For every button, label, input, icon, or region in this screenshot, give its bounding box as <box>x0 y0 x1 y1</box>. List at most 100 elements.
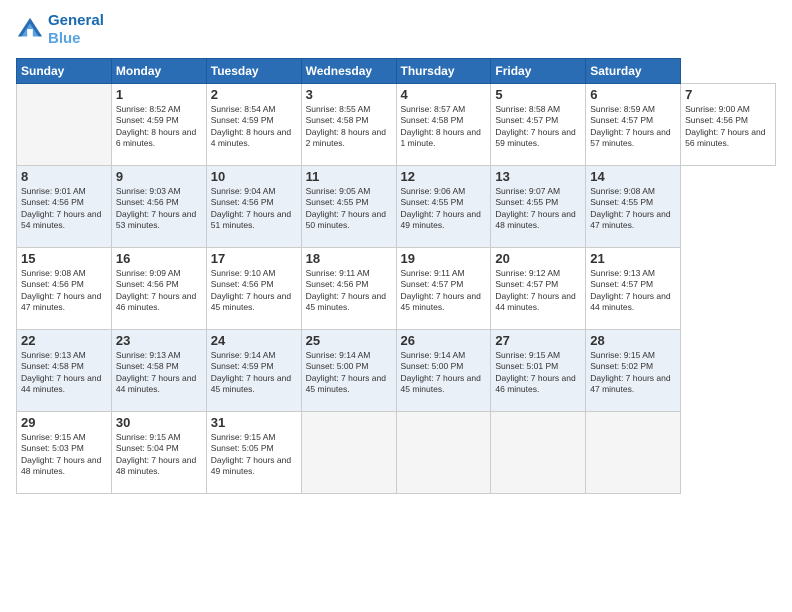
calendar-cell <box>396 412 491 494</box>
day-info: Sunrise: 9:14 AMSunset: 5:00 PMDaylight:… <box>306 350 392 396</box>
day-number: 21 <box>590 251 676 266</box>
day-info: Sunrise: 9:07 AMSunset: 4:55 PMDaylight:… <box>495 186 581 232</box>
calendar-cell: 21 Sunrise: 9:13 AMSunset: 4:57 PMDayligh… <box>586 248 681 330</box>
header-row: SundayMondayTuesdayWednesdayThursdayFrid… <box>17 59 776 84</box>
calendar-cell: 23 Sunrise: 9:13 AMSunset: 4:58 PMDayligh… <box>111 330 206 412</box>
day-number: 9 <box>116 169 202 184</box>
calendar-cell: 29 Sunrise: 9:15 AMSunset: 5:03 PMDayligh… <box>17 412 112 494</box>
day-info: Sunrise: 9:15 AMSunset: 5:04 PMDaylight:… <box>116 432 202 478</box>
col-header-sunday: Sunday <box>17 59 112 84</box>
calendar-week-4: 22 Sunrise: 9:13 AMSunset: 4:58 PMDayligh… <box>17 330 776 412</box>
calendar-cell: 13 Sunrise: 9:07 AMSunset: 4:55 PMDayligh… <box>491 166 586 248</box>
day-number: 16 <box>116 251 202 266</box>
calendar-cell <box>586 412 681 494</box>
day-info: Sunrise: 9:15 AMSunset: 5:05 PMDaylight:… <box>211 432 297 478</box>
day-info: Sunrise: 9:11 AMSunset: 4:57 PMDaylight:… <box>401 268 487 314</box>
calendar-cell: 14Sunrise: 9:08 AMSunset: 4:55 PMDayligh… <box>586 166 681 248</box>
day-info: Sunrise: 9:14 AMSunset: 5:00 PMDaylight:… <box>401 350 487 396</box>
calendar-cell: 9 Sunrise: 9:03 AMSunset: 4:56 PMDaylight… <box>111 166 206 248</box>
day-number: 18 <box>306 251 392 266</box>
calendar-cell: 30 Sunrise: 9:15 AMSunset: 5:04 PMDayligh… <box>111 412 206 494</box>
day-info: Sunrise: 9:09 AMSunset: 4:56 PMDaylight:… <box>116 268 202 314</box>
day-number: 3 <box>306 87 392 102</box>
day-info: Sunrise: 8:57 AMSunset: 4:58 PMDaylight:… <box>401 104 487 150</box>
day-number: 25 <box>306 333 392 348</box>
calendar-cell: 11Sunrise: 9:05 AMSunset: 4:55 PMDayligh… <box>301 166 396 248</box>
day-number: 7 <box>685 87 771 102</box>
logo: General Blue <box>16 12 104 48</box>
calendar-cell: 16 Sunrise: 9:09 AMSunset: 4:56 PMDayligh… <box>111 248 206 330</box>
day-info: Sunrise: 9:10 AMSunset: 4:56 PMDaylight:… <box>211 268 297 314</box>
day-info: Sunrise: 8:58 AMSunset: 4:57 PMDaylight:… <box>495 104 581 150</box>
day-info: Sunrise: 9:03 AMSunset: 4:56 PMDaylight:… <box>116 186 202 232</box>
calendar-cell: 19 Sunrise: 9:11 AMSunset: 4:57 PMDayligh… <box>396 248 491 330</box>
day-info: Sunrise: 8:54 AMSunset: 4:59 PMDaylight:… <box>211 104 297 150</box>
calendar-cell: 10 Sunrise: 9:04 AMSunset: 4:56 PMDayligh… <box>206 166 301 248</box>
day-info: Sunrise: 9:15 AMSunset: 5:03 PMDaylight:… <box>21 432 107 478</box>
logo-icon <box>16 16 44 44</box>
calendar-cell: 27 Sunrise: 9:15 AMSunset: 5:01 PMDayligh… <box>491 330 586 412</box>
calendar-table: SundayMondayTuesdayWednesdayThursdayFrid… <box>16 58 776 494</box>
calendar-cell <box>491 412 586 494</box>
calendar-cell: 22 Sunrise: 9:13 AMSunset: 4:58 PMDayligh… <box>17 330 112 412</box>
col-header-saturday: Saturday <box>586 59 681 84</box>
col-header-thursday: Thursday <box>396 59 491 84</box>
day-info: Sunrise: 8:55 AMSunset: 4:58 PMDaylight:… <box>306 104 392 150</box>
calendar-cell: 3 Sunrise: 8:55 AMSunset: 4:58 PMDaylight… <box>301 84 396 166</box>
day-number: 26 <box>401 333 487 348</box>
col-header-tuesday: Tuesday <box>206 59 301 84</box>
calendar-cell: 12 Sunrise: 9:06 AMSunset: 4:55 PMDayligh… <box>396 166 491 248</box>
day-number: 12 <box>401 169 487 184</box>
day-info: Sunrise: 9:08 AMSunset: 4:55 PMDaylight:… <box>590 186 676 232</box>
col-header-wednesday: Wednesday <box>301 59 396 84</box>
day-number: 10 <box>211 169 297 184</box>
calendar-cell: 4 Sunrise: 8:57 AMSunset: 4:58 PMDaylight… <box>396 84 491 166</box>
page-container: General Blue SundayMondayTuesdayWednesda… <box>0 0 792 502</box>
day-info: Sunrise: 9:04 AMSunset: 4:56 PMDaylight:… <box>211 186 297 232</box>
day-number: 13 <box>495 169 581 184</box>
calendar-week-3: 15Sunrise: 9:08 AMSunset: 4:56 PMDayligh… <box>17 248 776 330</box>
day-number: 5 <box>495 87 581 102</box>
day-number: 8 <box>21 169 107 184</box>
day-number: 27 <box>495 333 581 348</box>
calendar-cell: 31 Sunrise: 9:15 AMSunset: 5:05 PMDayligh… <box>206 412 301 494</box>
calendar-cell: 26 Sunrise: 9:14 AMSunset: 5:00 PMDayligh… <box>396 330 491 412</box>
calendar-week-2: 8 Sunrise: 9:01 AMSunset: 4:56 PMDaylight… <box>17 166 776 248</box>
day-number: 29 <box>21 415 107 430</box>
day-info: Sunrise: 8:52 AMSunset: 4:59 PMDaylight:… <box>116 104 202 150</box>
day-number: 31 <box>211 415 297 430</box>
day-number: 6 <box>590 87 676 102</box>
day-info: Sunrise: 9:06 AMSunset: 4:55 PMDaylight:… <box>401 186 487 232</box>
calendar-cell: 28Sunrise: 9:15 AMSunset: 5:02 PMDayligh… <box>586 330 681 412</box>
day-info: Sunrise: 9:01 AMSunset: 4:56 PMDaylight:… <box>21 186 107 232</box>
day-info: Sunrise: 9:15 AMSunset: 5:02 PMDaylight:… <box>590 350 676 396</box>
day-number: 4 <box>401 87 487 102</box>
calendar-cell: 20Sunrise: 9:12 AMSunset: 4:57 PMDayligh… <box>491 248 586 330</box>
calendar-cell: 25 Sunrise: 9:14 AMSunset: 5:00 PMDayligh… <box>301 330 396 412</box>
day-number: 30 <box>116 415 202 430</box>
day-info: Sunrise: 8:59 AMSunset: 4:57 PMDaylight:… <box>590 104 676 150</box>
calendar-cell: 18Sunrise: 9:11 AMSunset: 4:56 PMDayligh… <box>301 248 396 330</box>
calendar-cell: 15Sunrise: 9:08 AMSunset: 4:56 PMDayligh… <box>17 248 112 330</box>
calendar-cell: 24Sunrise: 9:14 AMSunset: 4:59 PMDayligh… <box>206 330 301 412</box>
page-header: General Blue <box>16 12 776 48</box>
day-number: 23 <box>116 333 202 348</box>
day-number: 17 <box>211 251 297 266</box>
day-info: Sunrise: 9:15 AMSunset: 5:01 PMDaylight:… <box>495 350 581 396</box>
day-info: Sunrise: 9:08 AMSunset: 4:56 PMDaylight:… <box>21 268 107 314</box>
day-info: Sunrise: 9:13 AMSunset: 4:57 PMDaylight:… <box>590 268 676 314</box>
day-info: Sunrise: 9:13 AMSunset: 4:58 PMDaylight:… <box>116 350 202 396</box>
col-header-monday: Monday <box>111 59 206 84</box>
calendar-cell: 17 Sunrise: 9:10 AMSunset: 4:56 PMDayligh… <box>206 248 301 330</box>
day-info: Sunrise: 9:13 AMSunset: 4:58 PMDaylight:… <box>21 350 107 396</box>
calendar-cell: 1Sunrise: 8:52 AMSunset: 4:59 PMDaylight… <box>111 84 206 166</box>
day-number: 22 <box>21 333 107 348</box>
logo-text: General Blue <box>48 12 104 48</box>
calendar-cell: 7 Sunrise: 9:00 AMSunset: 4:56 PMDaylight… <box>681 84 776 166</box>
day-number: 20 <box>495 251 581 266</box>
day-number: 19 <box>401 251 487 266</box>
calendar-cell: 5 Sunrise: 8:58 AMSunset: 4:57 PMDaylight… <box>491 84 586 166</box>
calendar-cell <box>301 412 396 494</box>
day-info: Sunrise: 9:05 AMSunset: 4:55 PMDaylight:… <box>306 186 392 232</box>
day-info: Sunrise: 9:00 AMSunset: 4:56 PMDaylight:… <box>685 104 771 150</box>
